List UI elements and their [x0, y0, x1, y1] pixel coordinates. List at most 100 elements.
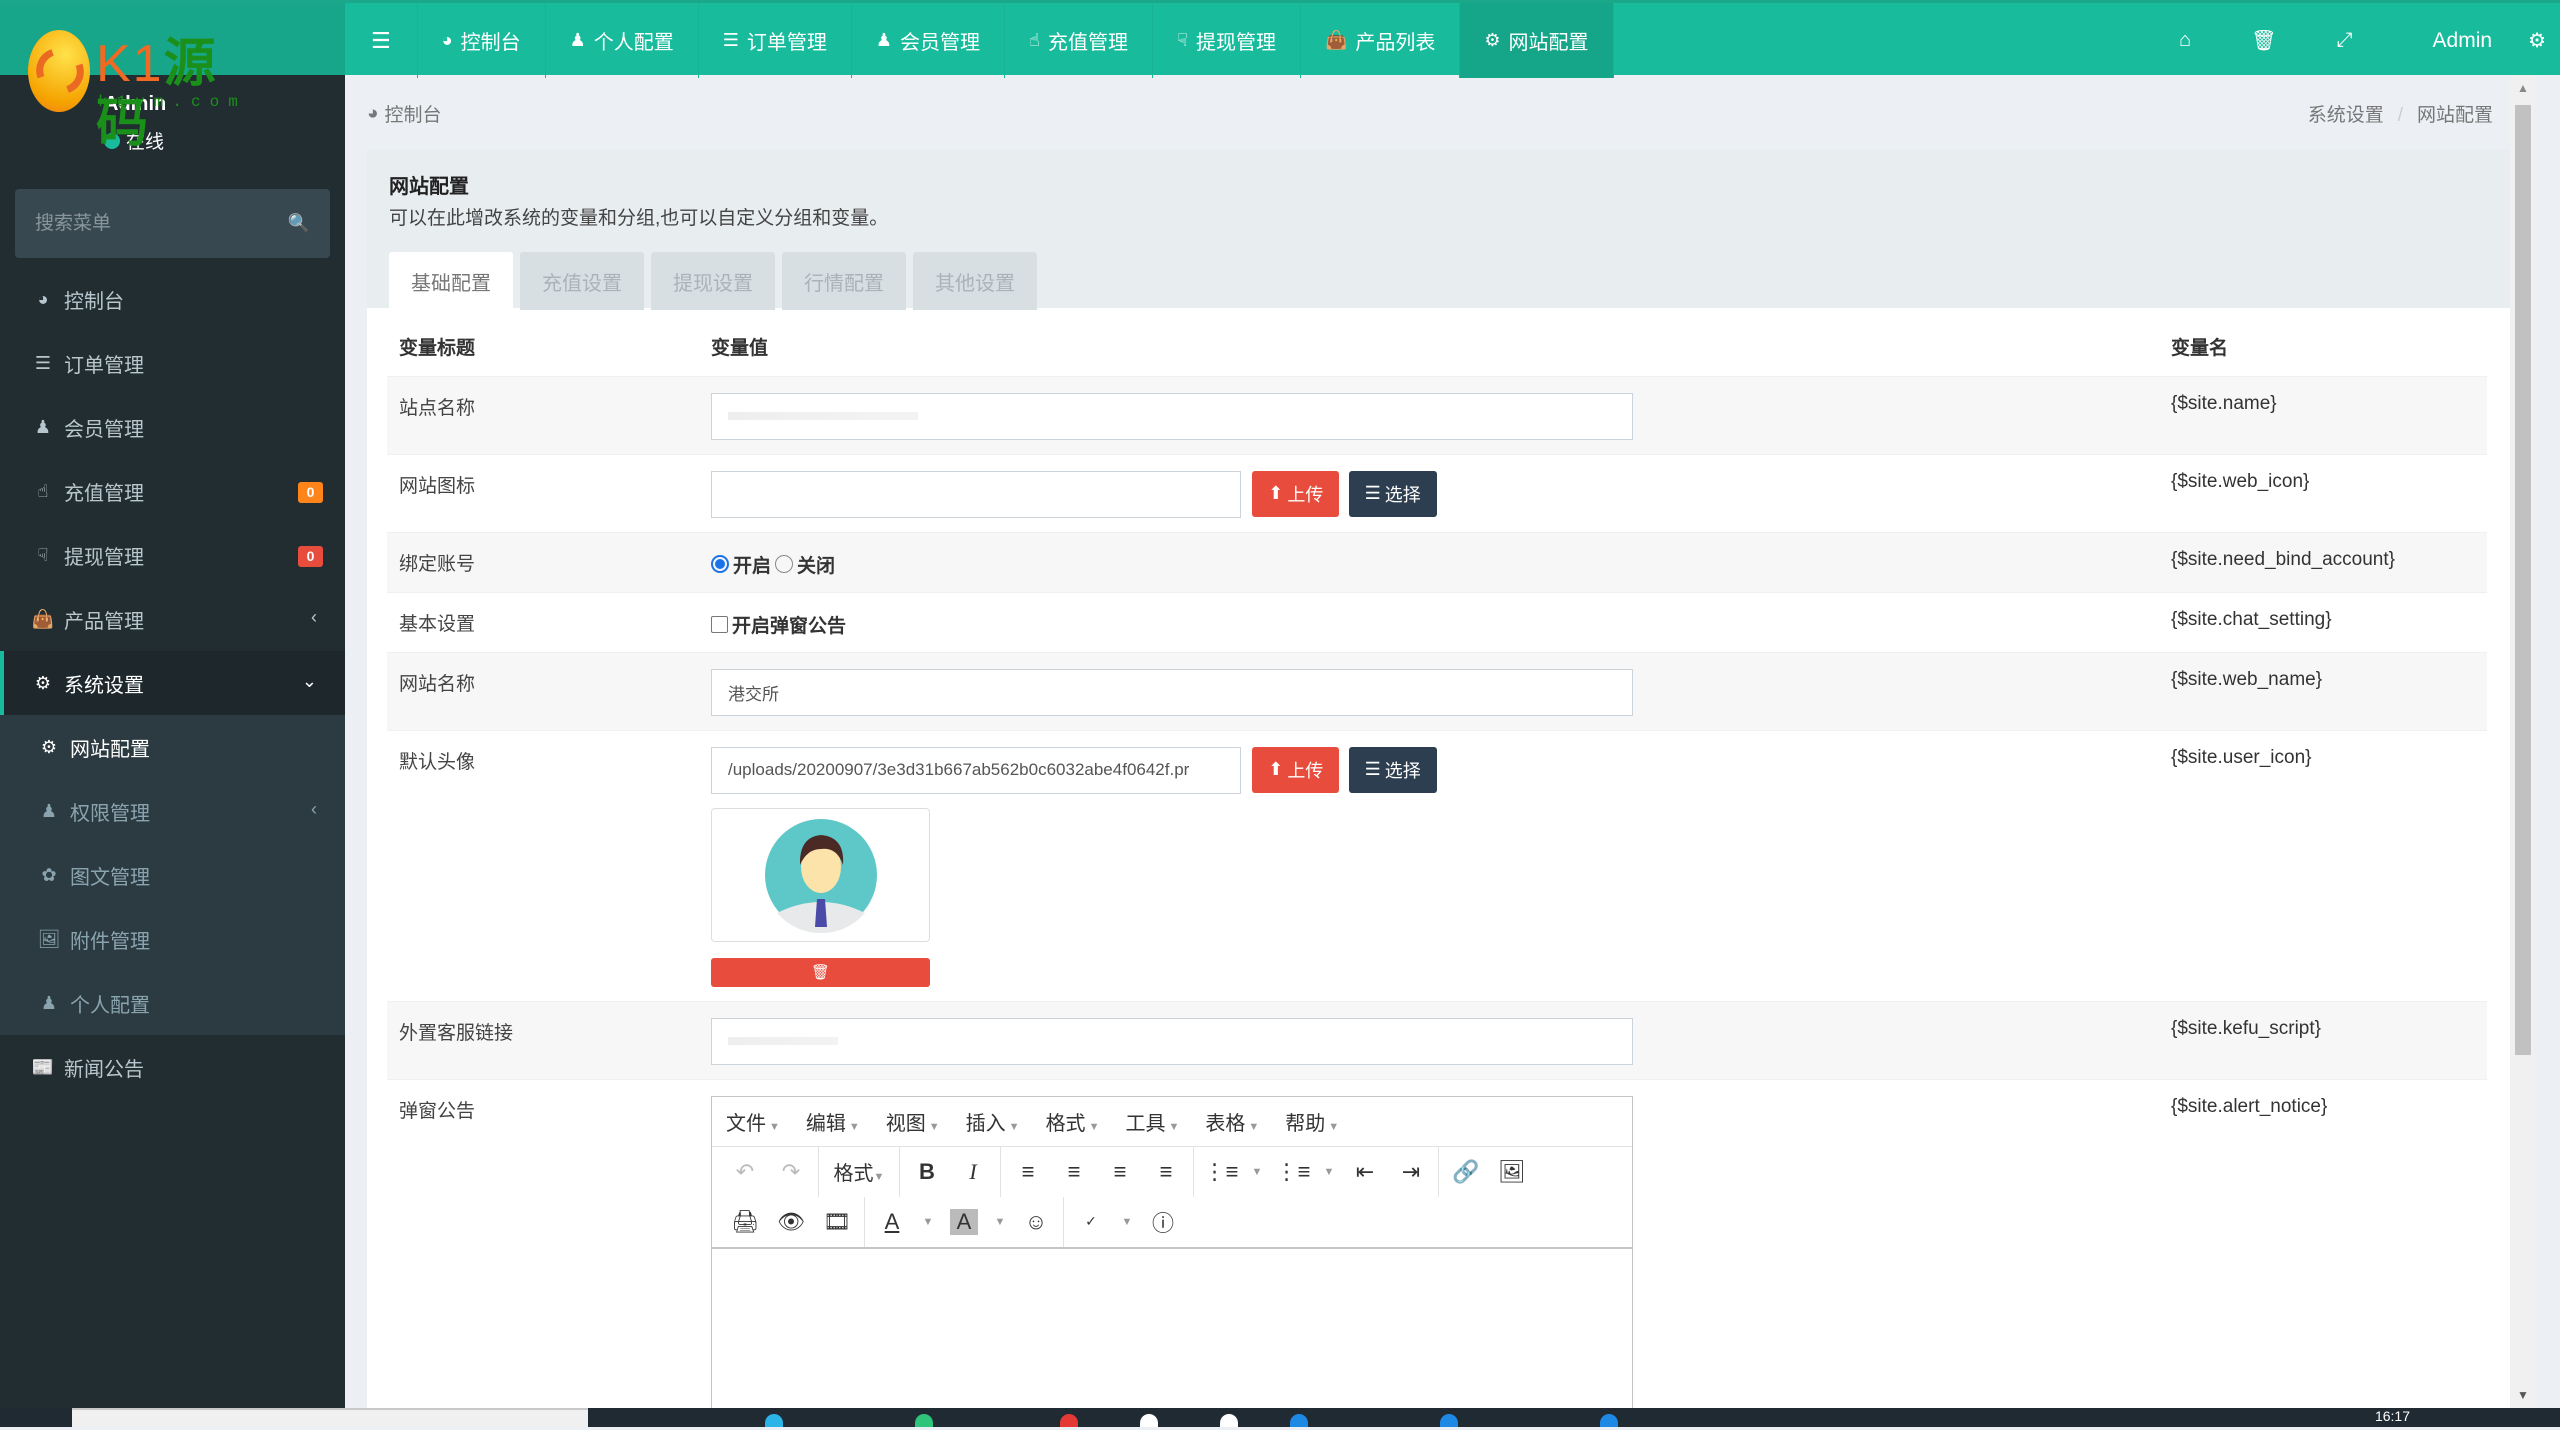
tab-basic[interactable]: 基础配置 [389, 252, 513, 310]
align-right-icon[interactable]: ≡ [1097, 1159, 1143, 1185]
editor-menu-edit[interactable]: 编辑 ▼ [806, 1107, 860, 1136]
editor-menu-view[interactable]: 视图 ▼ [886, 1107, 940, 1136]
choose-button[interactable]: ☰ 选择 [1348, 470, 1437, 517]
scroll-down-icon[interactable]: ▼ [2517, 1388, 2529, 1402]
web-name-input[interactable] [711, 668, 1633, 716]
taskbar-app-icon[interactable] [765, 1414, 783, 1427]
bullet-list-icon[interactable]: ⋮≡ [1198, 1159, 1244, 1185]
trash-icon[interactable]: 🗑 [2221, 28, 2306, 53]
editor-menu-tools[interactable]: 工具 ▼ [1125, 1107, 1179, 1136]
format-dropdown[interactable]: 格式▼ [823, 1157, 895, 1186]
spellcheck-icon[interactable]: ✓ [1068, 1213, 1114, 1230]
sidebar-item-dashboard[interactable]: ◕ 控制台 [0, 267, 345, 331]
tab-recharge[interactable]: 充值设置 [520, 252, 644, 310]
editor-menu-file[interactable]: 文件 ▼ [726, 1107, 780, 1136]
avatar-path-input[interactable] [711, 746, 1241, 794]
indent-icon[interactable]: ⇥ [1388, 1159, 1434, 1185]
sidebar-subitem-site-config[interactable]: ⚙ 网站配置 [0, 715, 345, 779]
taskbar-app-icon[interactable] [1440, 1414, 1458, 1427]
scrollbar-thumb[interactable] [2515, 105, 2531, 1055]
sidebar-item-recharge[interactable]: ☝ 充值管理 0 [0, 459, 345, 523]
page-scrollbar[interactable]: ▲ ▼ [2510, 75, 2535, 1408]
fullscreen-icon[interactable]: ⤢ [2307, 29, 2383, 52]
redo-icon[interactable]: ↷ [768, 1159, 814, 1185]
align-left-icon[interactable]: ≡ [1005, 1159, 1051, 1185]
outdent-icon[interactable]: ⇤ [1342, 1159, 1388, 1185]
taskbar-app-icon[interactable] [1060, 1414, 1078, 1427]
sidebar-search-input[interactable] [35, 212, 265, 235]
site-name-input[interactable] [711, 392, 1633, 440]
tab-withdraw[interactable]: 提现设置 [651, 252, 775, 310]
scroll-up-icon[interactable]: ▲ [2517, 81, 2529, 95]
upload-button[interactable]: ⬆ 上传 [1252, 746, 1340, 793]
preview-eye-icon[interactable]: 👁 [768, 1209, 814, 1235]
align-center-icon[interactable]: ≡ [1051, 1159, 1097, 1185]
taskbar-app-icon[interactable] [1140, 1414, 1158, 1427]
sidebar-item-orders[interactable]: ☰ 订单管理 [0, 331, 345, 395]
topnav-item-members[interactable]: ♟ 会员管理 [852, 3, 1006, 78]
kefu-link-input[interactable] [711, 1017, 1633, 1065]
caret-down-icon[interactable]: ▼ [1316, 1166, 1342, 1178]
sidebar-item-products[interactable]: 👜 产品管理 ‹ [0, 587, 345, 651]
image-icon[interactable]: 🖼 [1489, 1159, 1535, 1185]
bold-icon[interactable]: B [904, 1159, 950, 1185]
background-color-icon[interactable]: A [950, 1208, 978, 1235]
print-icon[interactable]: 🖨 [722, 1209, 768, 1235]
delete-avatar-button[interactable]: 🗑 [711, 957, 930, 987]
topnav-item-recharge[interactable]: ☝ 充值管理 [1005, 3, 1153, 78]
topnav-item-orders[interactable]: ☰ 订单管理 [699, 3, 852, 78]
help-icon[interactable]: ⓘ [1140, 1206, 1186, 1238]
taskbar-search-box[interactable] [72, 1408, 588, 1427]
editor-menu-format[interactable]: 格式 ▼ [1046, 1107, 1100, 1136]
undo-icon[interactable]: ↶ [722, 1159, 768, 1185]
numbered-list-icon[interactable]: ⋮≡ [1270, 1159, 1316, 1185]
taskbar-app-icon[interactable] [1290, 1414, 1308, 1427]
tab-other[interactable]: 其他设置 [913, 252, 1037, 310]
upload-button[interactable]: ⬆ 上传 [1252, 470, 1340, 517]
sidebar-subitem-attachments[interactable]: 🖼 附件管理 [0, 907, 345, 971]
topnav-item-profile[interactable]: ♟ 个人配置 [546, 3, 699, 78]
tab-market[interactable]: 行情配置 [782, 252, 906, 310]
admin-user-menu[interactable]: Admin [2383, 29, 2529, 53]
align-justify-icon[interactable]: ≡ [1143, 1159, 1189, 1185]
choose-button[interactable]: ☰ 选择 [1348, 746, 1437, 793]
editor-menu-help[interactable]: 帮助 ▼ [1285, 1107, 1339, 1136]
italic-icon[interactable]: I [950, 1159, 996, 1185]
row-value-cell: ⬆上传 ☰选择 🗑 [699, 729, 2159, 1001]
caret-down-icon[interactable]: ▼ [915, 1216, 941, 1228]
search-icon[interactable]: 🔍 [288, 213, 310, 234]
radio-disable[interactable] [775, 555, 794, 573]
topnav-item-site-config[interactable]: ⚙ 网站配置 [1460, 3, 1614, 78]
editor-menu-insert[interactable]: 插入 ▼ [966, 1107, 1020, 1136]
sidebar-toggle-button[interactable]: ☰ [345, 3, 418, 78]
caret-down-icon[interactable]: ▼ [987, 1216, 1013, 1228]
sidebar-item-withdraw[interactable]: ☟ 提现管理 0 [0, 523, 345, 587]
popup-notice-checkbox[interactable] [711, 615, 728, 633]
media-icon[interactable]: 🎞 [814, 1209, 860, 1235]
taskbar-app-icon[interactable] [915, 1414, 933, 1427]
editor-menu-table[interactable]: 表格 ▼ [1205, 1107, 1259, 1136]
home-icon[interactable]: ⌂ [2149, 29, 2221, 52]
editor-content-area[interactable] [712, 1246, 1632, 1397]
caret-down-icon[interactable]: ▼ [1244, 1166, 1270, 1178]
web-icon-input[interactable] [711, 470, 1241, 518]
toolbar-divider [818, 1146, 819, 1197]
topnav-item-dashboard[interactable]: ◕ 控制台 [418, 3, 546, 78]
breadcrumb-item[interactable]: 系统设置 [2308, 105, 2384, 126]
text-color-icon[interactable]: A [869, 1209, 915, 1235]
taskbar-app-icon[interactable] [1600, 1414, 1618, 1427]
sidebar-subitem-articles[interactable]: ✿ 图文管理 [0, 843, 345, 907]
caret-down-icon[interactable]: ▼ [1114, 1216, 1140, 1228]
topnav-item-withdraw[interactable]: ☟ 提现管理 [1153, 3, 1301, 78]
link-icon[interactable]: 🔗 [1443, 1159, 1489, 1185]
radio-enable[interactable] [711, 555, 729, 573]
sidebar-item-members[interactable]: ♟ 会员管理 [0, 395, 345, 459]
sidebar-item-news[interactable]: 📰 新闻公告 [0, 1035, 345, 1099]
sidebar-subitem-profile[interactable]: ♟ 个人配置 [0, 971, 345, 1035]
taskbar-app-icon[interactable] [1220, 1414, 1238, 1427]
emoticon-icon[interactable]: ☺ [1013, 1209, 1059, 1235]
topnav-item-products[interactable]: 👜 产品列表 [1301, 3, 1461, 78]
sidebar-subitem-permissions[interactable]: ♟ 权限管理 ‹ [0, 779, 345, 843]
cogs-icon[interactable]: ⚙ [2528, 28, 2560, 53]
sidebar-item-system-settings[interactable]: ⚙ 系统设置 ⌄ [0, 651, 345, 715]
